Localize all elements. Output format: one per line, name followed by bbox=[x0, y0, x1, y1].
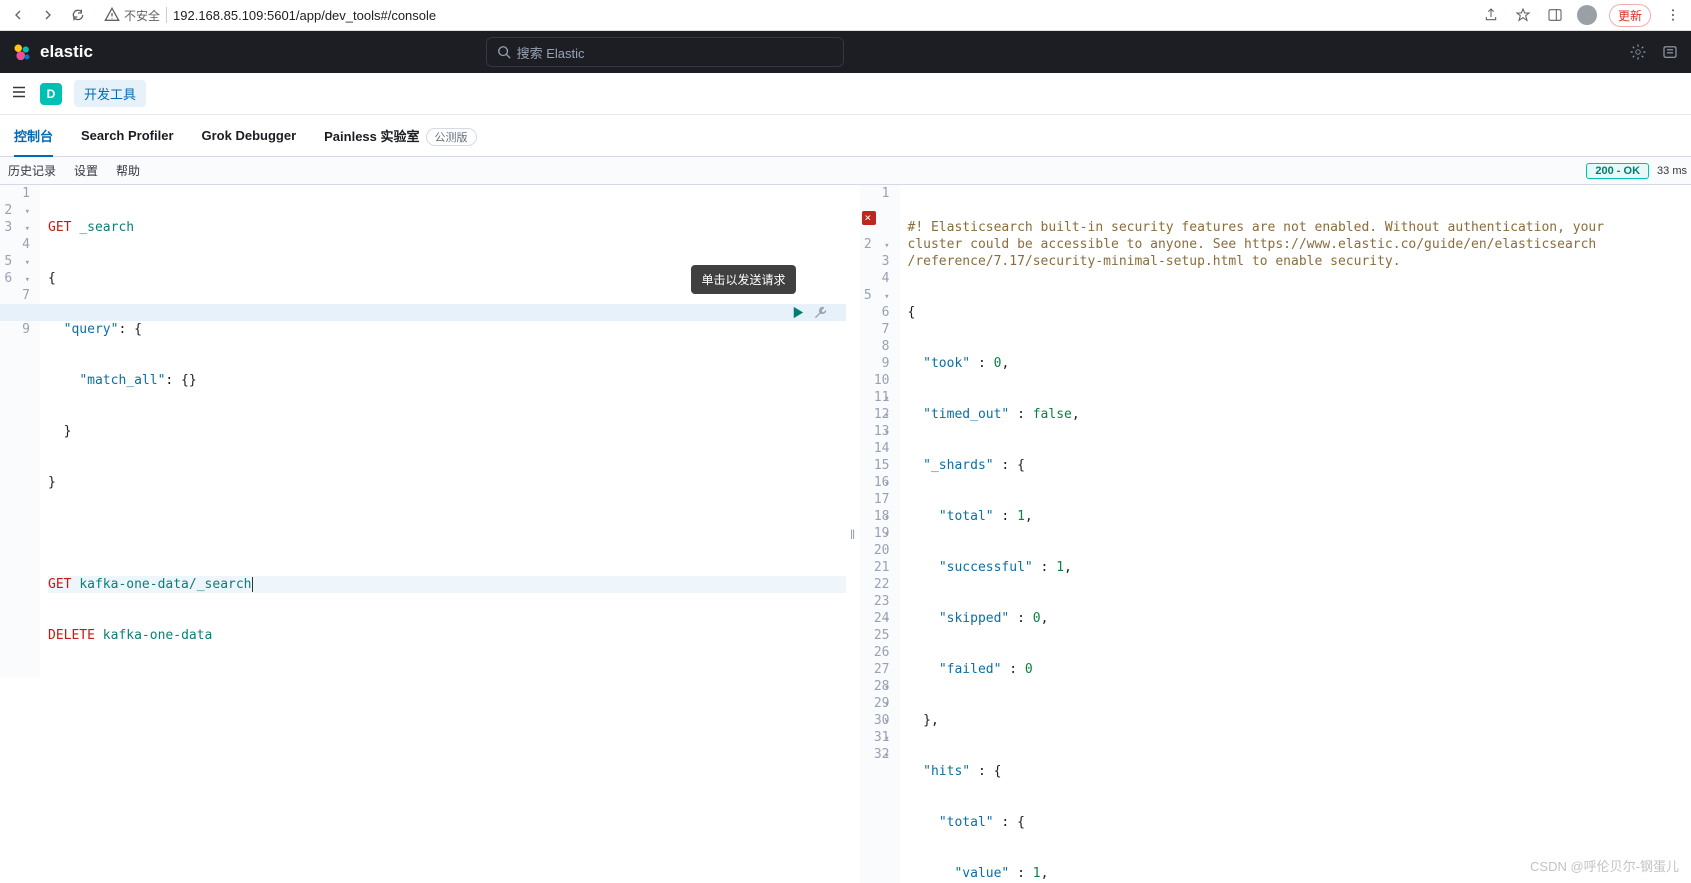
menu-icon[interactable] bbox=[1663, 7, 1683, 23]
r7v: 1 bbox=[1056, 560, 1064, 575]
console-toolbar: 历史记录 设置 帮助 200 - OK 33 ms bbox=[0, 157, 1691, 185]
request-gutter: 12 ▾3 ▾45 ▾6 ▾789 bbox=[0, 185, 40, 678]
r9v: 0 bbox=[1025, 662, 1033, 677]
req-l3-key: "query" bbox=[64, 322, 119, 337]
tab-grok-label: Grok Debugger bbox=[202, 128, 297, 143]
update-button[interactable]: 更新 bbox=[1609, 4, 1651, 27]
tab-profiler-label: Search Profiler bbox=[81, 128, 174, 143]
devtools-tabs: 控制台 Search Profiler Grok Debugger Painle… bbox=[0, 115, 1691, 157]
search-placeholder: 搜索 Elastic bbox=[517, 43, 585, 62]
r12k: "total" bbox=[939, 815, 994, 830]
panel-icon[interactable] bbox=[1545, 7, 1565, 23]
request-pane[interactable]: 12 ▾3 ▾45 ▾6 ▾789 GET _search { "query":… bbox=[0, 185, 846, 883]
nav-menu-icon[interactable] bbox=[10, 83, 28, 104]
resp-warn3: /reference/7.17/security-minimal-setup.h… bbox=[908, 254, 1401, 269]
req-l8-path: kafka-one-data/_search bbox=[79, 577, 251, 592]
status-badge: 200 - OK bbox=[1586, 163, 1649, 179]
response-gutter: 1 2 ▾345 ▾678910 ▾11 ▾12 ▾131415 ▾1617 ▾… bbox=[860, 185, 900, 883]
r13v: 1 bbox=[1033, 866, 1041, 881]
space-badge[interactable]: D bbox=[40, 83, 62, 105]
sub-header: D 开发工具 bbox=[0, 73, 1691, 115]
response-pane[interactable]: 1 2 ▾345 ▾678910 ▾11 ▾12 ▾131415 ▾1617 ▾… bbox=[860, 185, 1691, 883]
response-time: 33 ms bbox=[1657, 165, 1687, 177]
star-icon[interactable] bbox=[1513, 7, 1533, 23]
error-marker bbox=[862, 211, 876, 228]
back-icon[interactable] bbox=[8, 7, 28, 23]
elastic-brand: elastic bbox=[40, 42, 93, 62]
send-tooltip: 单击以发送请求 bbox=[691, 265, 795, 294]
r6k: "total" bbox=[939, 509, 994, 524]
r11v: { bbox=[994, 764, 1002, 779]
r9k: "failed" bbox=[939, 662, 1002, 677]
r7k: "successful" bbox=[939, 560, 1033, 575]
beta-badge: 公测版 bbox=[426, 128, 477, 146]
req-l3-rest: : { bbox=[118, 322, 141, 337]
r3k: "took" bbox=[923, 356, 970, 371]
request-actions bbox=[790, 305, 828, 320]
r4v: false bbox=[1033, 407, 1072, 422]
active-request-highlight bbox=[0, 304, 846, 321]
req-l2: { bbox=[48, 271, 56, 286]
r3v: 0 bbox=[994, 356, 1002, 371]
browser-bar: 不安全 192.168.85.109:5601/app/dev_tools#/c… bbox=[0, 0, 1691, 31]
global-search[interactable]: 搜索 Elastic bbox=[486, 37, 844, 67]
r6v: 1 bbox=[1017, 509, 1025, 524]
req-l4-key: "match_all" bbox=[79, 373, 165, 388]
wrench-icon[interactable] bbox=[813, 305, 828, 320]
resp-warn1: #! Elasticsearch built-in security featu… bbox=[908, 220, 1605, 235]
req-l9-path: kafka-one-data bbox=[103, 628, 213, 643]
elastic-header: elastic 搜索 Elastic bbox=[0, 31, 1691, 73]
r8v: 0 bbox=[1033, 611, 1041, 626]
r5k: "_shards" bbox=[923, 458, 993, 473]
resp-r2: { bbox=[908, 305, 916, 320]
help-button[interactable]: 帮助 bbox=[116, 162, 140, 179]
avatar[interactable] bbox=[1577, 5, 1597, 25]
tab-painless-lab[interactable]: Painless 实验室公测版 bbox=[324, 116, 476, 156]
tab-console[interactable]: 控制台 bbox=[14, 116, 53, 157]
insecure-label: 不安全 bbox=[124, 7, 160, 24]
url-box[interactable]: 不安全 192.168.85.109:5601/app/dev_tools#/c… bbox=[98, 7, 1471, 24]
req-l6: } bbox=[48, 475, 56, 490]
integrations-icon[interactable] bbox=[1629, 43, 1647, 61]
search-icon bbox=[497, 45, 511, 59]
elastic-logo[interactable]: elastic bbox=[12, 42, 93, 62]
response-code[interactable]: #! Elasticsearch built-in security featu… bbox=[900, 185, 1691, 883]
history-button[interactable]: 历史记录 bbox=[8, 162, 56, 179]
play-icon[interactable] bbox=[790, 305, 805, 320]
editor-split: 12 ▾3 ▾45 ▾6 ▾789 GET _search { "query":… bbox=[0, 185, 1691, 883]
reload-icon[interactable] bbox=[68, 7, 88, 23]
share-icon[interactable] bbox=[1481, 7, 1501, 23]
cursor bbox=[252, 577, 253, 592]
req-l1-path: _search bbox=[79, 220, 134, 235]
split-handle[interactable]: ‖ bbox=[846, 185, 860, 883]
tab-console-label: 控制台 bbox=[14, 129, 53, 144]
req-l4-rest: : {} bbox=[165, 373, 196, 388]
r4k: "timed_out" bbox=[923, 407, 1009, 422]
tab-painless-label: Painless 实验室 bbox=[324, 129, 419, 144]
r11k: "hits" bbox=[923, 764, 970, 779]
request-code[interactable]: GET _search { "query": { "match_all": {}… bbox=[40, 185, 846, 678]
r12v: { bbox=[1017, 815, 1025, 830]
url-separator bbox=[166, 7, 167, 23]
r13k: "value" bbox=[954, 866, 1009, 881]
tab-grok-debugger[interactable]: Grok Debugger bbox=[202, 118, 297, 153]
insecure-badge: 不安全 bbox=[104, 7, 160, 24]
r10: }, bbox=[923, 713, 939, 728]
forward-icon[interactable] bbox=[38, 7, 58, 23]
req-l5: } bbox=[48, 424, 71, 439]
elastic-logo-icon bbox=[12, 42, 32, 62]
req-l8-method: GET bbox=[48, 577, 71, 592]
devtools-breadcrumb[interactable]: 开发工具 bbox=[74, 80, 146, 107]
resp-warn2: cluster could be accessible to anyone. S… bbox=[908, 237, 1597, 252]
url-text: 192.168.85.109:5601/app/dev_tools#/conso… bbox=[173, 8, 436, 23]
req-l9-method: DELETE bbox=[48, 628, 95, 643]
tab-search-profiler[interactable]: Search Profiler bbox=[81, 118, 174, 153]
watermark: CSDN @呼伦贝尔-钢蛋儿 bbox=[1530, 856, 1679, 875]
settings-button[interactable]: 设置 bbox=[74, 162, 98, 179]
r5v: { bbox=[1017, 458, 1025, 473]
r8k: "skipped" bbox=[939, 611, 1009, 626]
req-l1-method: GET bbox=[48, 220, 71, 235]
news-icon[interactable] bbox=[1661, 43, 1679, 61]
